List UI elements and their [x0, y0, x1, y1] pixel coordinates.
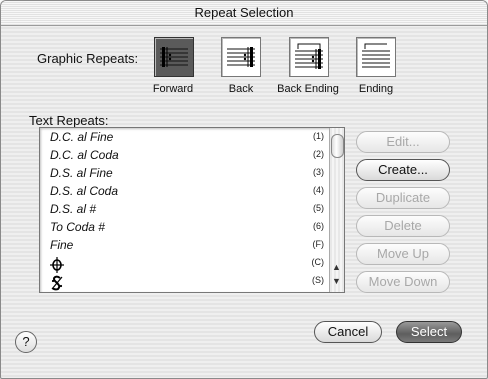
- help-button[interactable]: ?: [15, 331, 37, 353]
- forward-repeat-button[interactable]: [154, 37, 194, 77]
- list-scrollbar[interactable]: ▲ ▼: [329, 128, 344, 292]
- ending-label: Ending: [358, 83, 394, 95]
- cancel-button[interactable]: Cancel: [314, 321, 382, 343]
- window-title: Repeat Selection: [194, 5, 294, 20]
- graphic-repeats-label: Graphic Repeats:: [37, 51, 139, 66]
- list-item[interactable]: D.S. al Fine (3): [50, 166, 324, 184]
- list-item-text: D.S. al #: [50, 202, 97, 216]
- list-item-code: (4): [313, 185, 324, 195]
- list-item[interactable]: D.C. al Coda (2): [50, 148, 324, 166]
- list-item-text: D.S. al Coda: [50, 184, 119, 198]
- text-repeats-list[interactable]: D.C. al Fine (1) D.C. al Coda (2) D.S. a…: [39, 127, 345, 293]
- delete-button[interactable]: Delete: [356, 215, 450, 237]
- segno-symbol-icon: [51, 275, 63, 291]
- coda-symbol-icon: [50, 257, 64, 273]
- back-repeat-icon: [227, 47, 255, 67]
- list-item-code: (S): [312, 275, 324, 285]
- move-down-button[interactable]: Move Down: [356, 271, 450, 293]
- list-item-code: (C): [311, 257, 325, 267]
- ending-button[interactable]: [356, 37, 396, 77]
- list-item-code: (2): [313, 149, 324, 159]
- list-item-code: (6): [313, 221, 324, 231]
- duplicate-button[interactable]: Duplicate: [356, 187, 450, 209]
- back-ending-label: Back Ending: [277, 83, 339, 95]
- move-up-button[interactable]: Move Up: [356, 243, 450, 265]
- list-item-code: (5): [313, 203, 324, 213]
- list-item-text: D.C. al Fine: [50, 130, 114, 144]
- list-item-text: To Coda #: [50, 220, 105, 234]
- list-item-text: Fine: [50, 238, 74, 252]
- list-item[interactable]: (S): [50, 274, 324, 292]
- back-repeat-button[interactable]: [221, 37, 261, 77]
- select-button[interactable]: Select: [396, 321, 462, 343]
- scroll-up-arrow-icon[interactable]: ▲: [332, 262, 341, 272]
- scroll-down-arrow-icon[interactable]: ▼: [332, 276, 341, 286]
- list-item[interactable]: D.C. al Fine (1): [50, 130, 324, 148]
- list-item[interactable]: D.S. al Coda (4): [50, 184, 324, 202]
- forward-label: Forward: [152, 83, 194, 95]
- back-ending-button[interactable]: [289, 37, 329, 77]
- edit-button[interactable]: Edit...: [356, 131, 450, 153]
- back-ending-icon: [295, 43, 323, 69]
- text-repeats-label: Text Repeats:: [29, 113, 109, 128]
- list-item-code: (1): [313, 131, 324, 141]
- list-item[interactable]: To Coda # (6): [50, 220, 324, 238]
- list-item-text: D.C. al Coda: [50, 148, 119, 162]
- back-label: Back: [228, 83, 254, 95]
- repeat-selection-dialog: Repeat Selection Graphic Repeats: Forwar…: [0, 0, 488, 379]
- list-item[interactable]: D.S. al # (5): [50, 202, 324, 220]
- list-item[interactable]: (C): [50, 256, 324, 274]
- forward-repeat-icon: [160, 47, 188, 67]
- list-item[interactable]: Fine (F): [50, 238, 324, 256]
- create-button[interactable]: Create...: [356, 159, 450, 181]
- list-item-code: (3): [313, 167, 324, 177]
- ending-icon: [362, 43, 390, 68]
- list-item-code: (F): [312, 239, 325, 249]
- title-bar: Repeat Selection: [1, 1, 487, 26]
- list-item-text: D.S. al Fine: [50, 166, 113, 180]
- scrollbar-thumb[interactable]: [331, 134, 344, 158]
